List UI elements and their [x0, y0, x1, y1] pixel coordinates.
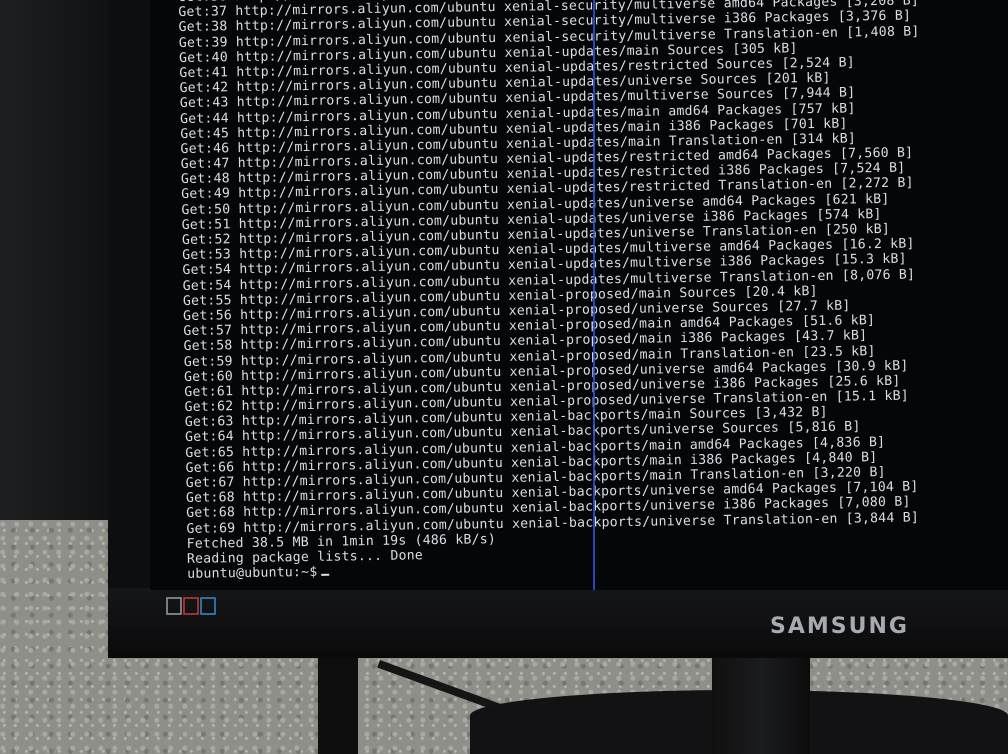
prompt-text: ubuntu@ubuntu:~$	[187, 565, 318, 583]
cable	[318, 655, 358, 754]
mouse-cursor-line	[593, 0, 595, 590]
monitor-stand-neck	[712, 655, 810, 754]
text-cursor	[321, 573, 330, 576]
terminal-screen[interactable]: Get:36 http://mirrors.aliyun.com/ubuntu …	[150, 0, 1008, 590]
power-led-icon[interactable]	[166, 597, 218, 615]
monitor-brand-logo: SAMSUNG	[770, 614, 909, 639]
